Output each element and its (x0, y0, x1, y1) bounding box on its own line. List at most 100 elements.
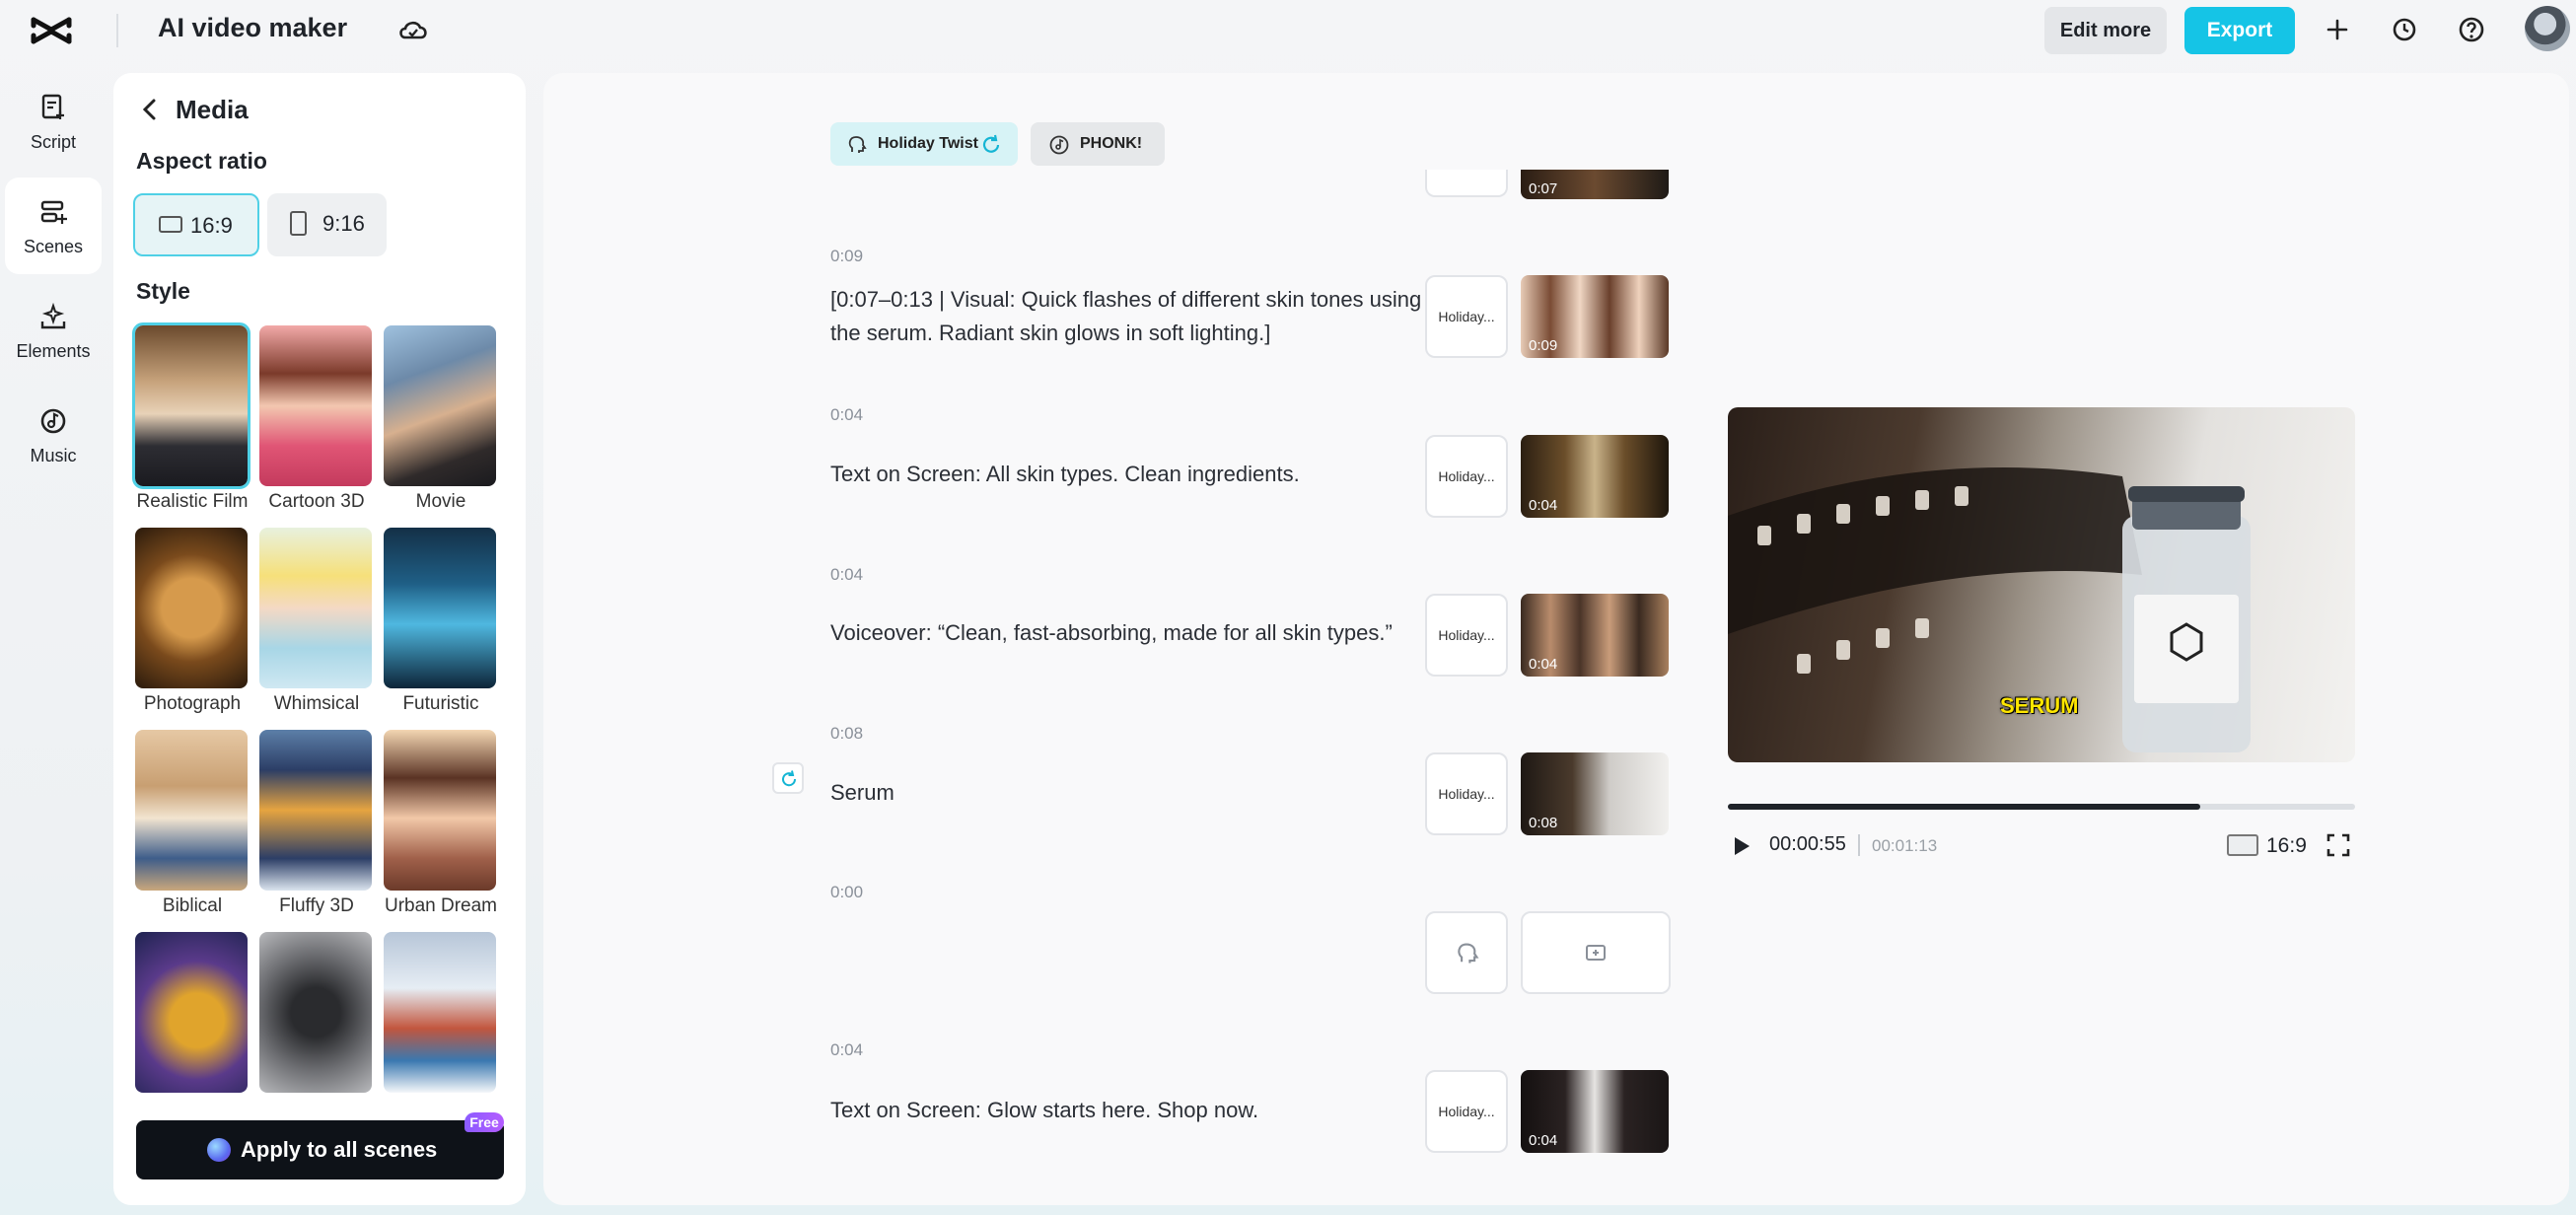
scene-text[interactable]: Text on Screen: Glow starts here. Shop n… (830, 1094, 1422, 1127)
style-thumb-biblical[interactable] (135, 730, 248, 891)
style-label: Fluffy 3D (279, 895, 354, 916)
play-icon[interactable] (1731, 834, 1753, 858)
clip-thumb-partial[interactable]: 0:07 (1521, 170, 1669, 199)
style-thumb-realistic-film[interactable] (132, 322, 250, 489)
apply-to-all-scenes-button[interactable]: Apply to all scenes (136, 1120, 504, 1179)
style-label: Whimsical (273, 693, 360, 714)
scene-voice-button[interactable]: Holiday... (1425, 435, 1508, 518)
scene-voice-button[interactable]: Holiday... (1425, 752, 1508, 835)
music-icon (40, 408, 66, 434)
style-label: Photograph (143, 693, 242, 714)
style-thumb-warrior[interactable] (259, 932, 372, 1093)
scene-voice-button[interactable]: Holiday... (1425, 594, 1508, 677)
scene-text[interactable]: [0:07–0:13 | Visual: Quick flashes of di… (830, 283, 1422, 350)
voice-head-icon (1458, 943, 1479, 964)
rail-item-elements[interactable]: Elements (5, 282, 102, 379)
scene-time: 0:04 (830, 405, 864, 424)
playback-progress-bar[interactable] (1728, 804, 2355, 810)
scene-voice-button[interactable]: Holiday... (1425, 275, 1508, 358)
script-icon (41, 94, 64, 119)
refresh-icon[interactable] (980, 134, 1002, 156)
aspect-9-16-button[interactable]: 9:16 (267, 193, 387, 256)
style-thumb-snow-family[interactable] (384, 932, 496, 1093)
scene-text[interactable]: Text on Screen: All skin types. Clean in… (830, 458, 1422, 491)
back-chevron-icon[interactable] (140, 97, 160, 122)
ratio-icon[interactable] (2227, 834, 2258, 856)
refresh-icon (782, 770, 797, 787)
voice-box-partial[interactable] (1425, 170, 1508, 197)
style-thumb-cartoon-3d[interactable] (259, 325, 372, 486)
fullscreen-icon[interactable] (2326, 832, 2351, 858)
scene-time: 0:04 (830, 565, 864, 584)
style-label: Futuristic (402, 693, 479, 714)
total-time: 00:01:13 (1872, 836, 1938, 855)
aspect-16-9-label: 16:9 (190, 213, 233, 238)
rail-label-music: Music (30, 446, 77, 465)
style-thumb-futuristic[interactable] (384, 528, 496, 688)
scene-clip-thumb[interactable]: 0:04 (1521, 1070, 1669, 1153)
ai-orb-icon (207, 1138, 231, 1162)
scenes-icon (40, 200, 67, 224)
aspect-16-9-button[interactable]: 16:9 (133, 193, 259, 256)
panel-title: Media (176, 95, 249, 124)
style-thumb-movie[interactable] (384, 325, 496, 486)
style-label: Movie (415, 491, 466, 512)
elements-icon (40, 302, 66, 329)
style-thumb-urban-dream[interactable] (384, 730, 496, 891)
style-label: Biblical (162, 895, 223, 916)
export-button[interactable]: Export (2184, 7, 2295, 54)
regenerate-scene-button[interactable] (772, 762, 804, 794)
style-heading: Style (136, 278, 190, 304)
scene-time: 0:00 (830, 883, 864, 901)
rail-label-elements: Elements (16, 341, 91, 361)
scene-text[interactable]: Voiceover: “Clean, fast-absorbing, made … (830, 616, 1422, 650)
scene-clip-thumb[interactable]: 0:04 (1521, 435, 1669, 518)
video-preview[interactable]: SERUM (1728, 407, 2355, 762)
edit-more-button[interactable]: Edit more (2044, 7, 2167, 54)
time-separator (1858, 834, 1860, 856)
rail-label-script: Script (30, 132, 76, 152)
free-badge: Free (465, 1112, 504, 1132)
add-media-button[interactable] (1521, 911, 1671, 994)
portrait-icon (290, 211, 307, 236)
style-thumb-whimsical[interactable] (259, 528, 372, 688)
preview-caption: SERUM (2000, 693, 2079, 718)
scene-time: 0:08 (830, 724, 864, 743)
music-disc-icon (1049, 135, 1069, 155)
add-media-icon (1586, 945, 1606, 961)
aspect-9-16-label: 9:16 (322, 211, 365, 236)
style-thumb-photograph[interactable] (135, 528, 248, 688)
rail-label-scenes: Scenes (23, 237, 84, 256)
scene-clip-thumb[interactable]: 0:09 (1521, 275, 1669, 358)
history-icon[interactable] (2389, 14, 2420, 45)
scene-clip-thumb[interactable]: 0:04 (1521, 594, 1669, 677)
music-pill[interactable]: PHONK! (1031, 122, 1165, 166)
style-thumb-fluffy-3d[interactable] (259, 730, 372, 891)
top-bar: AI video maker Edit more Export (0, 0, 2576, 61)
style-thumb-bells[interactable] (135, 932, 248, 1093)
voice-pill-label: Holiday Twist (878, 135, 978, 152)
style-label: Cartoon 3D (268, 491, 365, 512)
capcut-logo-icon[interactable] (30, 14, 73, 47)
scene-clip-thumb[interactable]: 0:08 (1521, 752, 1669, 835)
scene-text[interactable]: Serum (830, 776, 1422, 810)
aspect-ratio-heading: Aspect ratio (136, 148, 267, 174)
voice-pill[interactable]: Holiday Twist (830, 122, 1018, 166)
style-label: Urban Dream (384, 895, 498, 916)
user-avatar[interactable] (2525, 6, 2570, 51)
rail-item-script[interactable]: Script (5, 73, 102, 170)
ratio-label[interactable]: 16:9 (2266, 834, 2307, 858)
add-voice-button[interactable] (1425, 911, 1508, 994)
app-title: AI video maker (158, 13, 348, 42)
music-pill-label: PHONK! (1080, 135, 1143, 152)
landscape-icon (159, 216, 182, 233)
help-icon[interactable] (2456, 14, 2487, 45)
scene-time: 0:04 (830, 1040, 864, 1059)
add-icon[interactable] (2322, 14, 2353, 45)
cloud-sync-icon[interactable] (396, 16, 430, 43)
topbar-divider (116, 14, 118, 47)
progress-fill (1728, 804, 2200, 810)
rail-item-music[interactable]: Music (5, 387, 102, 483)
scene-voice-button[interactable]: Holiday... (1425, 1070, 1508, 1153)
rail-item-scenes[interactable]: Scenes (5, 178, 102, 274)
